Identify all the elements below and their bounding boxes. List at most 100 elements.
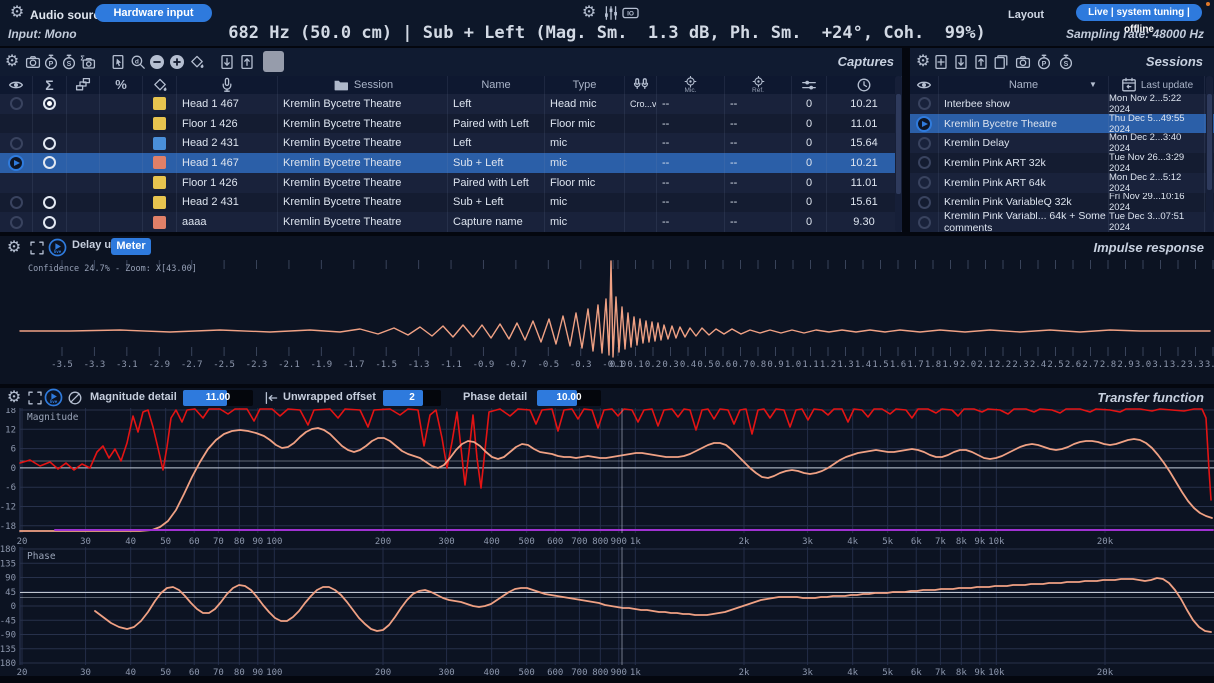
timer-p-icon[interactable]: P bbox=[42, 53, 60, 71]
camera-icon[interactable] bbox=[24, 53, 42, 71]
transfer-fullscreen-icon[interactable] bbox=[26, 389, 44, 407]
play-icon[interactable] bbox=[8, 155, 24, 171]
capture-row[interactable]: Floor 1 426Kremlin Bycetre TheatrePaired… bbox=[0, 173, 902, 193]
sum-radio[interactable] bbox=[43, 216, 56, 229]
camera-icon[interactable] bbox=[1014, 53, 1032, 71]
capture-cell-sum[interactable] bbox=[33, 173, 67, 193]
color-swatch[interactable] bbox=[153, 156, 166, 169]
capture-cell-sum[interactable] bbox=[33, 212, 67, 232]
sum-radio[interactable] bbox=[43, 156, 56, 169]
play-icon[interactable] bbox=[916, 116, 932, 132]
clock-icon[interactable] bbox=[855, 76, 873, 94]
folder-icon[interactable] bbox=[332, 76, 350, 94]
capture-cell-color[interactable] bbox=[143, 212, 177, 232]
export-icon[interactable] bbox=[238, 53, 256, 71]
color-swatch[interactable] bbox=[153, 216, 166, 229]
capture-row[interactable]: Head 2 431Kremlin Bycetre TheatreLeftmic… bbox=[0, 133, 902, 153]
polarity-icon[interactable] bbox=[66, 389, 84, 407]
color-swatch[interactable] bbox=[153, 176, 166, 189]
eye-icon[interactable] bbox=[7, 76, 25, 94]
capture-cell-eye[interactable] bbox=[0, 153, 33, 173]
captures-header-time[interactable] bbox=[827, 76, 902, 94]
magnitude-detail-input[interactable]: 11.00 bbox=[183, 390, 253, 406]
captures-scrollbar[interactable] bbox=[895, 76, 902, 232]
color-swatch[interactable] bbox=[153, 117, 166, 130]
percent-icon[interactable]: % bbox=[112, 76, 130, 94]
capture-cell-color[interactable] bbox=[143, 153, 177, 173]
sessions-header-date[interactable]: Last update bbox=[1109, 76, 1205, 94]
io-icon[interactable]: IO bbox=[621, 4, 639, 22]
capture-row[interactable]: Head 1 467Kremlin Bycetre TheatreSub + L… bbox=[0, 153, 902, 173]
captures-header-sum[interactable]: Σ bbox=[33, 76, 67, 94]
calendar-icon[interactable] bbox=[1120, 76, 1138, 94]
target-icon[interactable] bbox=[682, 76, 700, 87]
impulse-response-chart[interactable]: -3.5-3.3-3.1-2.9-2.7-2.5-2.3-2.1-1.9-1.7… bbox=[0, 258, 1214, 384]
sigma-icon[interactable]: Σ bbox=[41, 76, 59, 94]
session-cell-eye[interactable] bbox=[910, 173, 939, 193]
captures-header-type[interactable]: Type bbox=[545, 76, 625, 94]
sessions-scrollbar[interactable] bbox=[1206, 76, 1213, 232]
levels-icon[interactable] bbox=[602, 4, 620, 22]
store-icon[interactable] bbox=[109, 53, 127, 71]
capture-cell-color[interactable] bbox=[143, 193, 177, 213]
visibility-circle[interactable] bbox=[918, 216, 931, 229]
minus-icon[interactable] bbox=[148, 53, 166, 71]
hardware-input-button[interactable]: Hardware input bbox=[95, 4, 212, 22]
transfer-settings-gear-icon[interactable]: ⚙ bbox=[5, 389, 23, 407]
capture-cell-color[interactable] bbox=[143, 114, 177, 134]
unwrap-icon[interactable] bbox=[262, 389, 280, 407]
sessions-header-name[interactable]: Name▼ bbox=[939, 76, 1109, 94]
captures-header-mic[interactable]: Mic. bbox=[657, 76, 725, 94]
capture-cell-color[interactable] bbox=[143, 173, 177, 193]
microphone-icon[interactable] bbox=[218, 76, 236, 94]
bucket-icon[interactable] bbox=[151, 76, 169, 94]
session-cell-eye[interactable] bbox=[910, 212, 939, 232]
session-row[interactable]: Kremlin Bycetre TheatreThu Dec 5...49:55… bbox=[910, 114, 1214, 134]
gear-icon[interactable]: ⚙ bbox=[3, 53, 21, 71]
bucket-icon[interactable] bbox=[188, 53, 206, 71]
timer-p-icon[interactable]: P bbox=[1035, 53, 1053, 71]
color-swatch[interactable] bbox=[153, 196, 166, 209]
target-icon[interactable] bbox=[749, 76, 767, 87]
doc-plus-icon[interactable] bbox=[932, 53, 950, 71]
captures-header-session[interactable]: Session bbox=[278, 76, 448, 94]
timer-s-icon[interactable]: S bbox=[60, 53, 78, 71]
impulse-live-icon[interactable]: live bbox=[48, 238, 67, 257]
session-cell-eye[interactable] bbox=[910, 133, 939, 153]
visibility-circle[interactable] bbox=[10, 196, 23, 209]
transfer-function-chart[interactable]: 2020303040405050606070708080909010010020… bbox=[0, 408, 1214, 676]
copy-icon[interactable] bbox=[992, 53, 1010, 71]
capture-row[interactable]: aaaaKremlin Bycetre TheatreCapture namem… bbox=[0, 212, 902, 232]
capture-cell-sum[interactable] bbox=[33, 193, 67, 213]
eye-icon[interactable] bbox=[915, 76, 933, 94]
sum-camera-icon[interactable]: Σ bbox=[79, 53, 97, 71]
two-mics-icon[interactable] bbox=[632, 76, 650, 94]
capture-row[interactable]: Floor 1 426Kremlin Bycetre TheatrePaired… bbox=[0, 114, 902, 134]
capture-row[interactable]: Head 2 431Kremlin Bycetre TheatreSub + L… bbox=[0, 193, 902, 213]
captures-header-pct[interactable]: % bbox=[100, 76, 143, 94]
capture-cell-eye[interactable] bbox=[0, 193, 33, 213]
capture-row[interactable]: Head 1 467Kremlin Bycetre TheatreLeftHea… bbox=[0, 94, 902, 114]
visibility-circle[interactable] bbox=[10, 137, 23, 150]
captures-header-stack[interactable] bbox=[67, 76, 100, 94]
phase-detail-input[interactable]: 10.00 bbox=[537, 390, 601, 406]
zoom-d-icon[interactable]: d bbox=[129, 53, 147, 71]
visibility-circle[interactable] bbox=[10, 97, 23, 110]
sum-radio-checked[interactable] bbox=[43, 97, 56, 110]
layers-icon[interactable] bbox=[74, 76, 92, 94]
meter-button[interactable]: Meter bbox=[111, 238, 151, 255]
sum-radio[interactable] bbox=[43, 196, 56, 209]
color-swatch[interactable] bbox=[153, 97, 166, 110]
impulse-settings-gear-icon[interactable]: ⚙ bbox=[5, 239, 23, 257]
color-swatch-button[interactable] bbox=[263, 51, 284, 72]
export-icon[interactable] bbox=[972, 53, 990, 71]
session-cell-eye[interactable] bbox=[910, 114, 939, 134]
import-icon[interactable] bbox=[952, 53, 970, 71]
sliders-icon[interactable] bbox=[800, 76, 818, 94]
capture-cell-color[interactable] bbox=[143, 94, 177, 114]
layout-label[interactable]: Layout bbox=[1008, 9, 1044, 21]
captures-header-capture[interactable] bbox=[177, 76, 278, 94]
plus-icon[interactable] bbox=[168, 53, 186, 71]
gear-icon[interactable]: ⚙ bbox=[914, 53, 932, 71]
session-cell-eye[interactable] bbox=[910, 193, 939, 213]
